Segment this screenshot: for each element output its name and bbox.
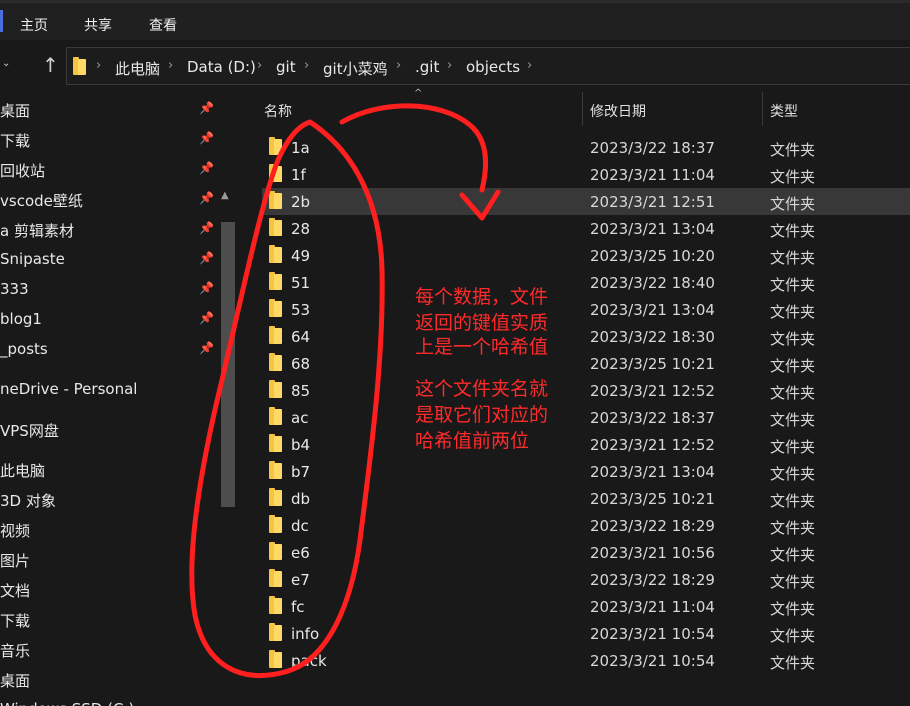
arrowhead-annotation [459,189,501,221]
arrow-annotation [339,103,489,193]
circle-annotation [189,119,385,678]
hand-drawn-annotation [189,103,501,678]
